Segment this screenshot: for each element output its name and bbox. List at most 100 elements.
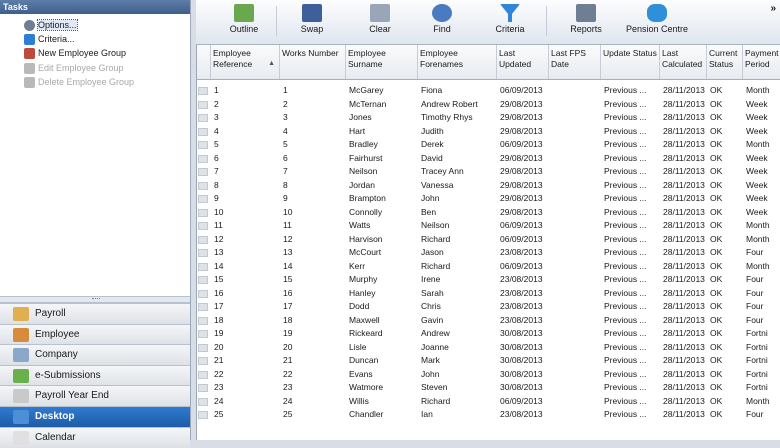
row-selector[interactable] — [198, 397, 208, 406]
nav-item-employee[interactable]: Employee — [0, 323, 190, 345]
row-selector[interactable] — [198, 141, 208, 149]
row-selector[interactable] — [198, 154, 208, 163]
row-selector[interactable] — [198, 370, 208, 379]
table-cell: Four — [746, 409, 764, 419]
table-row[interactable]: 21 21 Duncan Mark 30/08/2013 Previous ... 28/1… — [197, 354, 780, 368]
table-row[interactable]: 8 8 Jordan Vanessa 29/08/2013 Previous ... 28/… — [197, 179, 780, 193]
toolbar-button-pension-centre[interactable]: Pension Centre — [624, 4, 690, 42]
table-row[interactable]: 3 3 Jones Timothy Rhys 29/08/2013 Previous ..… — [197, 111, 780, 125]
column-header-employee-surname[interactable]: Employee Surname — [346, 45, 418, 79]
column-header-works-number[interactable]: Works Number — [280, 45, 346, 79]
row-selector[interactable] — [198, 208, 208, 217]
toolbar-button-swap[interactable]: Swap — [292, 4, 332, 42]
table-row[interactable]: 9 9 Brampton John 29/08/2013 Previous ... 28/1… — [197, 192, 780, 206]
table-row[interactable]: 23 23 Watmore Steven 30/08/2013 Previous ... 2… — [197, 381, 780, 395]
table-row[interactable]: 17 17 Dodd Chris 23/08/2013 Previous ... 28/11… — [197, 300, 780, 314]
table-row[interactable]: 10 10 Connolly Ben 29/08/2013 Previous ... 28/… — [197, 206, 780, 220]
column-header-label: Payment Period — [745, 48, 779, 69]
row-selector[interactable] — [198, 235, 208, 244]
table-cell: Previous ... — [604, 98, 647, 109]
table-row[interactable]: 15 15 Murphy Irene 23/08/2013 Previous ... 28/… — [197, 273, 780, 287]
toolbar-button-clear[interactable]: Clear — [360, 4, 400, 42]
table-row[interactable]: 25 25 Chandler Ian 23/08/2013 Previous ... 28/… — [197, 408, 780, 422]
row-selector[interactable] — [198, 330, 208, 338]
table-cell: Lisle — [349, 341, 367, 352]
table-row[interactable]: 19 19 Rickeard Andrew 30/08/2013 Previous ...… — [197, 327, 780, 341]
column-header-update-status[interactable]: Update Status — [601, 45, 660, 79]
row-selector[interactable] — [198, 114, 208, 122]
table-row[interactable]: 22 22 Evans John 30/08/2013 Previous ... 28/11… — [197, 368, 780, 382]
row-selector[interactable] — [198, 316, 208, 325]
column-header-payment-period[interactable]: Payment Period — [743, 45, 780, 79]
table-cell: OK — [710, 233, 723, 244]
row-selector[interactable] — [198, 249, 208, 257]
nav-item-desktop[interactable]: Desktop — [0, 406, 190, 427]
table-row[interactable]: 11 11 Watts Neilson 06/09/2013 Previous ... 28… — [197, 219, 780, 233]
row-selector[interactable] — [198, 289, 208, 298]
row-selector[interactable] — [198, 411, 208, 419]
task-item-funnel[interactable]: Criteria... — [24, 33, 75, 46]
table-row[interactable]: 20 20 Lisle Joanne 30/08/2013 Previous ... 28/… — [197, 341, 780, 355]
row-selector[interactable] — [198, 276, 208, 284]
table-row[interactable]: 24 24 Willis Richard 06/09/2013 Previous ... 2… — [197, 395, 780, 409]
row-selector[interactable] — [198, 181, 208, 190]
table-cell: Previous ... — [604, 166, 647, 176]
nav-item-payroll[interactable]: Payroll — [0, 303, 190, 324]
row-selector[interactable] — [198, 222, 208, 230]
row-selector[interactable] — [198, 343, 208, 352]
row-selector[interactable] — [198, 100, 208, 109]
column-header-employee-reference[interactable]: Employee Reference ▲ — [211, 45, 280, 79]
row-selector[interactable] — [198, 303, 208, 311]
pane-splitter[interactable] — [0, 296, 190, 303]
row-selector[interactable] — [198, 195, 208, 203]
employee-grid: Employee Reference ▲ Works Number Employee … — [196, 45, 780, 440]
toolbar-overflow-chevron[interactable]: » — [770, 3, 776, 14]
toolbar-button-find[interactable]: Find — [422, 4, 462, 42]
table-cell: 24 — [283, 395, 293, 406]
nav-item-label: e-Submissions — [35, 369, 101, 381]
row-selector[interactable] — [198, 127, 208, 136]
table-cell: Neilson — [421, 220, 450, 230]
table-row[interactable]: 1 1 McGarey Fiona 06/09/2013 Previous ... 28/1… — [197, 84, 780, 98]
table-row[interactable]: 14 14 Kerr Richard 06/09/2013 Previous ... 28/… — [197, 260, 780, 274]
nav-item-calendar[interactable]: Calendar — [0, 426, 190, 448]
table-row[interactable]: 16 16 Hanley Sarah 23/08/2013 Previous ... 28/… — [197, 287, 780, 301]
table-row[interactable]: 13 13 McCourt Jason 23/08/2013 Previous ... 28… — [197, 246, 780, 260]
table-row[interactable]: 18 18 Maxwell Gavin 23/08/2013 Previous ... 28… — [197, 314, 780, 328]
table-row[interactable]: 5 5 Bradley Derek 06/09/2013 Previous ... 28/1… — [197, 138, 780, 152]
task-item-gear[interactable]: Options... — [24, 19, 78, 32]
toolbar-button-outline[interactable]: Outline — [224, 4, 264, 42]
table-row[interactable]: 6 6 Fairhurst David 29/08/2013 Previous ... 28… — [197, 152, 780, 166]
nav-item-payroll-year-end[interactable]: Payroll Year End — [0, 385, 190, 407]
table-cell: Fortni — [746, 328, 768, 338]
row-selector[interactable] — [198, 357, 208, 365]
table-cell: Watts — [349, 220, 371, 230]
table-cell — [549, 165, 604, 179]
task-item-new-group[interactable]: New Employee Group — [24, 47, 126, 60]
reports-icon — [576, 4, 596, 22]
row-selector[interactable] — [198, 87, 208, 95]
table-cell: 06/09/2013 — [500, 220, 543, 230]
table-cell: 13 — [283, 247, 293, 257]
table-row[interactable]: 7 7 Neilson Tracey Ann 29/08/2013 Previous ..… — [197, 165, 780, 179]
column-header-current-status[interactable]: Current Status — [707, 45, 743, 79]
table-cell: Maxwell — [349, 314, 380, 325]
row-selector[interactable] — [198, 262, 208, 271]
column-header-employee-forenames[interactable]: Employee Forenames — [418, 45, 497, 79]
table-cell: 8 — [283, 179, 288, 190]
nav-item-company[interactable]: Company — [0, 344, 190, 366]
table-row[interactable]: 4 4 Hart Judith 29/08/2013 Previous ... 28/11/… — [197, 125, 780, 139]
table-cell: Previous ... — [604, 274, 647, 284]
table-row[interactable]: 2 2 McTernan Andrew Robert 29/08/2013 Previou… — [197, 98, 780, 112]
table-cell: 5 — [283, 139, 288, 149]
row-selector[interactable] — [198, 168, 208, 176]
column-header-last-fps-date[interactable]: Last FPS Date — [549, 45, 601, 79]
table-row[interactable]: 12 12 Harvison Richard 06/09/2013 Previous ..… — [197, 233, 780, 247]
table-cell: 14 — [283, 260, 293, 271]
column-header-last-updated[interactable]: Last Updated — [497, 45, 549, 79]
toolbar-button-criteria[interactable]: Criteria — [488, 4, 532, 42]
column-header-last-calculated[interactable]: Last Calculated — [660, 45, 707, 79]
toolbar-button-reports[interactable]: Reports — [564, 4, 608, 42]
nav-item-e-submissions[interactable]: e-Submissions — [0, 364, 190, 386]
row-selector[interactable] — [198, 384, 208, 392]
